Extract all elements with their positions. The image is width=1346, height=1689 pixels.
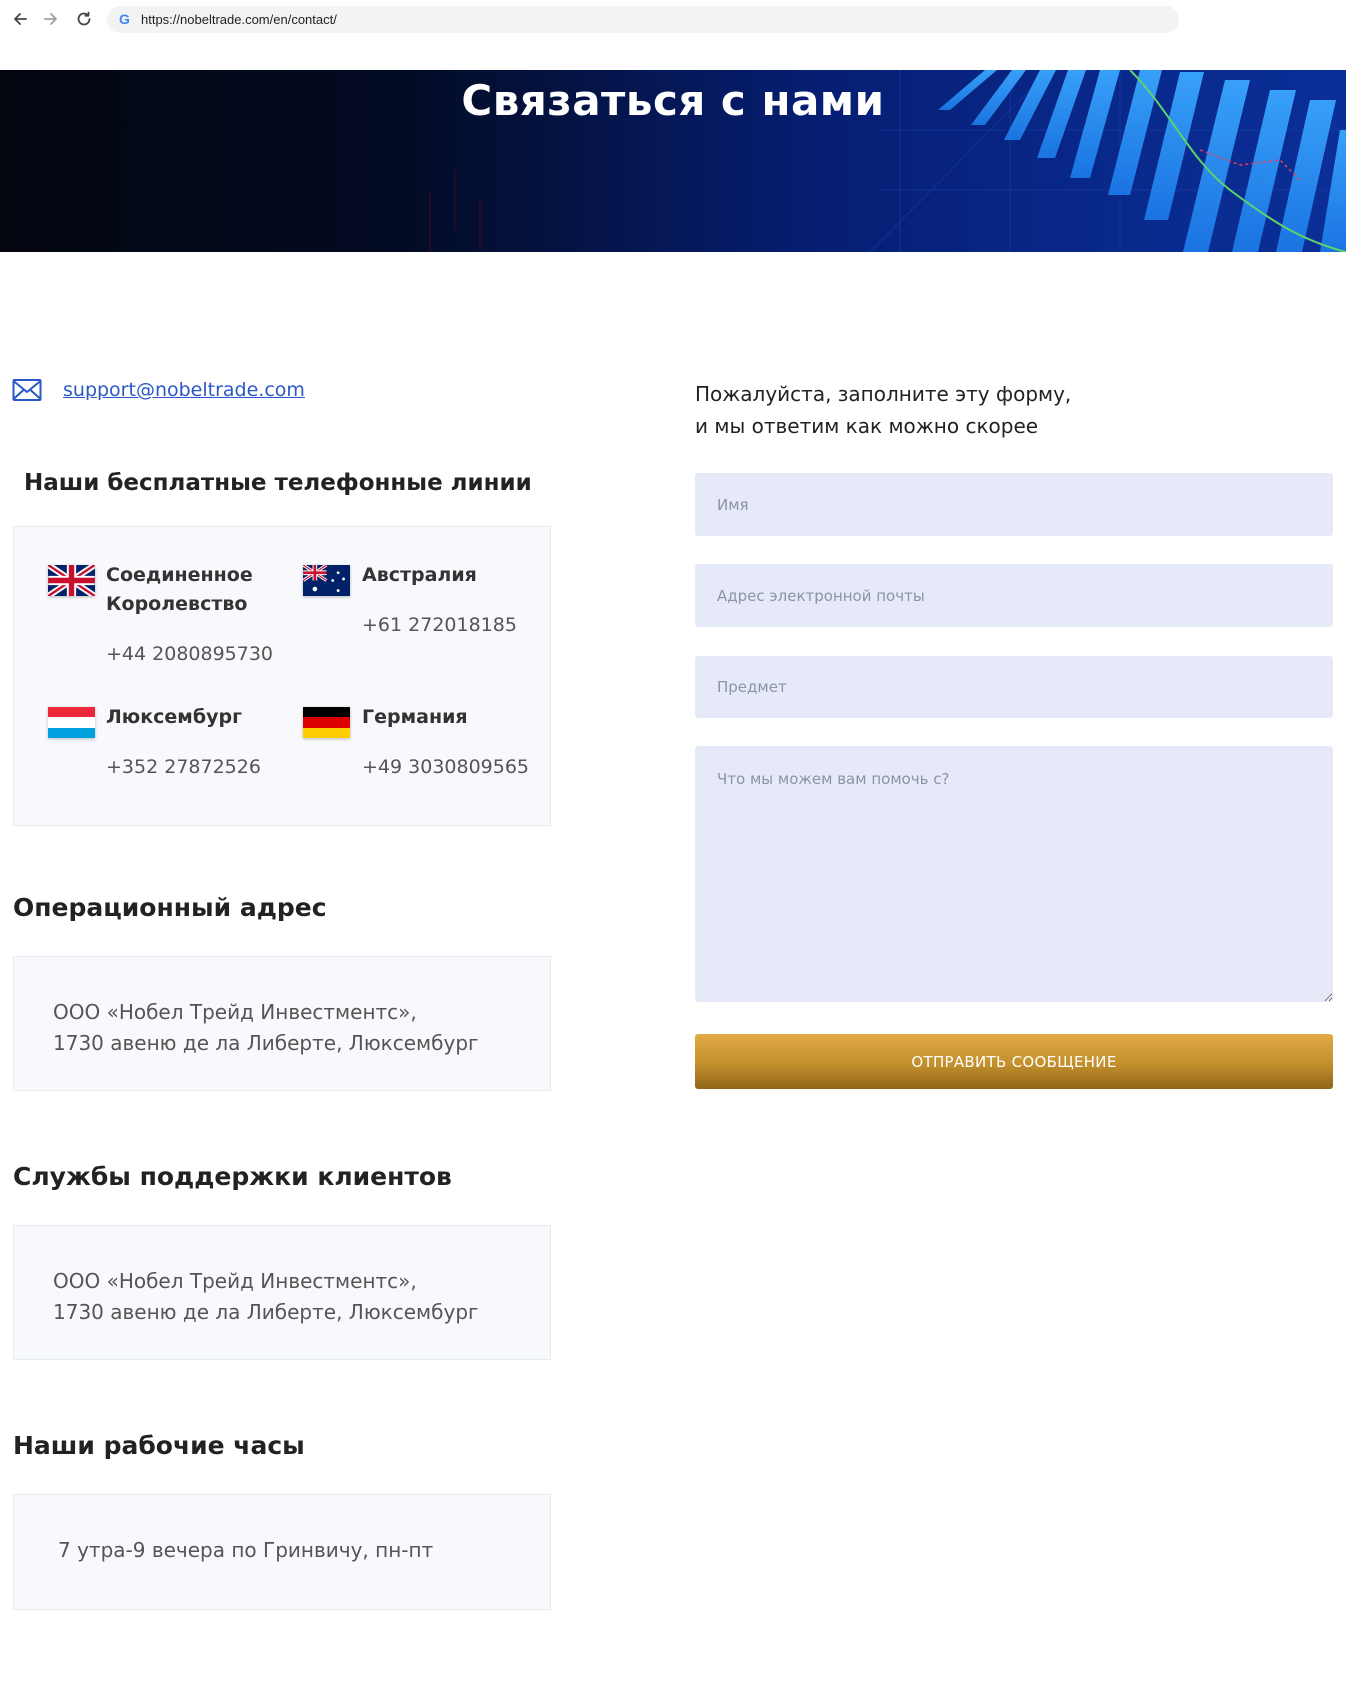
country-luxembourg: Люксембург [106,703,242,732]
operational-address-title: Операционный адрес [13,893,327,922]
operational-address-line2: 1730 авеню де ла Либерте, Люксембург [53,1031,479,1055]
uk-flag-icon [48,565,95,596]
phone-uk[interactable]: +44 2080895730 [106,643,273,665]
phone-luxembourg[interactable]: +352 27872526 [106,756,261,778]
google-icon: G [119,11,130,27]
support-services-line2: 1730 авеню де ла Либерте, Люксембург [53,1300,479,1324]
browser-toolbar: G https://nobeltrade.com/en/contact/ [0,0,1346,40]
country-germany-line1: Германия [362,706,468,728]
working-hours-card: 7 утра-9 вечера по Гринвичу, пн-пт [13,1494,551,1610]
mail-icon [12,379,42,401]
country-uk-line1: Соединенное [106,564,253,586]
working-hours-text: 7 утра-9 вечера по Гринвичу, пн-пт [58,1538,434,1562]
germany-flag-icon [303,707,350,738]
phones-section-title: Наши бесплатные телефонные линии [24,470,532,496]
country-uk-line2: Королевство [106,593,248,615]
send-message-button[interactable]: ОТПРАВИТЬ СООБЩЕНИЕ [695,1034,1333,1089]
phone-australia[interactable]: +61 272018185 [362,614,517,636]
address-bar[interactable]: G https://nobeltrade.com/en/contact/ [107,6,1179,33]
back-arrow-icon[interactable] [8,7,32,31]
form-intro: Пожалуйста, заполните эту форму, и мы от… [695,378,1071,442]
country-australia-line1: Австралия [362,564,477,586]
australia-flag-icon [303,565,350,596]
operational-address-line1: ООО «Нобел Трейд Инвестментс», [53,1000,417,1024]
country-germany: Германия [362,703,468,732]
support-services-line1: ООО «Нобел Трейд Инвестментс», [53,1269,417,1293]
operational-address-card: ООО «Нобел Трейд Инвестментс», 1730 авен… [13,956,551,1091]
form-intro-line1: Пожалуйста, заполните эту форму, [695,382,1072,406]
support-email-link[interactable]: support@nobeltrade.com [63,379,305,401]
hero-banner: Связаться с нами [0,70,1346,252]
phones-card: Соединенное Королевство +44 2080895730 А… [13,526,551,826]
email-input[interactable] [695,564,1333,627]
support-services-card: ООО «Нобел Трейд Инвестментс», 1730 авен… [13,1225,551,1360]
country-uk: Соединенное Королевство [106,561,253,619]
working-hours-title: Наши рабочие часы [13,1431,305,1460]
operational-address-text: ООО «Нобел Трейд Инвестментс», 1730 авен… [53,997,479,1059]
name-input[interactable] [695,473,1333,536]
phone-germany[interactable]: +49 3030809565 [362,756,529,778]
country-luxembourg-line1: Люксембург [106,706,243,728]
support-services-text: ООО «Нобел Трейд Инвестментс», 1730 авен… [53,1266,479,1328]
luxembourg-flag-icon [48,707,95,738]
url-text[interactable]: https://nobeltrade.com/en/contact/ [141,12,337,27]
country-australia: Австралия [362,561,477,590]
subject-input[interactable] [695,656,1333,718]
page-title: Связаться с нами [461,76,885,125]
support-services-title: Службы поддержки клиентов [13,1162,452,1191]
form-intro-line2: и мы ответим как можно скорее [695,414,1039,438]
reload-icon[interactable] [72,7,96,31]
forward-arrow-icon[interactable] [39,7,63,31]
message-textarea[interactable] [695,746,1333,1002]
